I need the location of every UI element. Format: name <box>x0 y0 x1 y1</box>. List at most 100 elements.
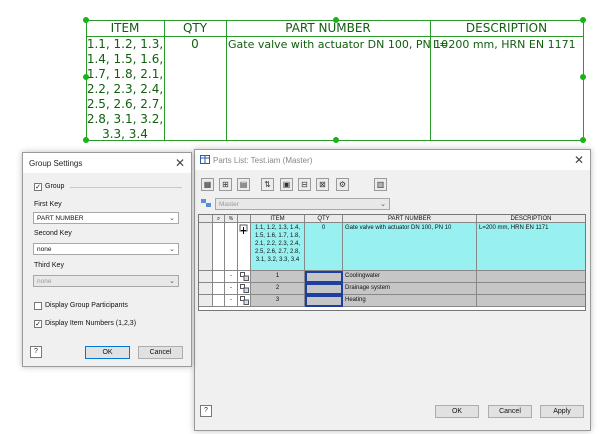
chevron-down-icon: ⌄ <box>169 215 175 222</box>
grid-header-description[interactable]: DESCRIPTION <box>477 215 585 223</box>
group-settings-icon[interactable]: ⊟ <box>298 178 311 191</box>
grid-header-item[interactable]: ITEM <box>251 215 305 223</box>
view-dropdown[interactable]: Master ⌄ <box>215 198 390 210</box>
item-line: 2.2, 2.3, 2.4, <box>86 82 164 96</box>
row-cell <box>213 295 225 307</box>
second-key-label: Second Key <box>34 230 72 237</box>
chevron-down-icon: ⌄ <box>380 201 386 208</box>
renumber-icon[interactable]: ▣ <box>280 178 293 191</box>
row-selector[interactable] <box>199 271 213 283</box>
parts-list-title: Parts List: Test.iam (Master) <box>213 156 313 165</box>
drawing-desc-cell: L=200 mm, HRN EN 1171 <box>433 38 576 51</box>
display-item-numbers-checkbox[interactable]: ✓ <box>34 320 42 328</box>
assembly-icon <box>240 296 249 305</box>
row-part-cell[interactable]: Gate valve with actuator DN 100, PN 10 <box>343 223 477 271</box>
row-cell <box>225 223 238 271</box>
grid-header-select <box>199 215 213 223</box>
group-label: Group <box>45 183 65 190</box>
second-key-dropdown[interactable]: none ⌄ <box>33 243 179 255</box>
row-item-cell[interactable]: 3 <box>251 295 305 307</box>
grid-header-icon <box>238 215 251 223</box>
row-qty-cell[interactable]: 0 <box>305 223 343 271</box>
view-dropdown-value: Master <box>219 201 239 208</box>
help-icon[interactable]: ? <box>30 346 42 358</box>
group-settings-titlebar: Group Settings <box>23 153 191 173</box>
close-icon[interactable]: ✕ <box>173 156 187 170</box>
row-part-cell[interactable]: Heating <box>343 295 477 307</box>
row-item-cell[interactable]: 1 <box>251 271 305 283</box>
third-key-value: none <box>37 278 52 285</box>
sort-icon[interactable]: ⇅ <box>261 178 274 191</box>
help-icon[interactable]: ? <box>200 405 212 417</box>
item-line: 2.5, 2.6, 2.7, <box>86 97 164 111</box>
export-icon[interactable]: ⊞ <box>219 178 232 191</box>
item-line: 2.1, 2.2, 2.3, 2.4, <box>254 241 301 247</box>
row-selector[interactable] <box>199 295 213 307</box>
row-qty-cell[interactable] <box>305 271 343 283</box>
item-line: 1.7, 1.8, 2.1, <box>86 67 164 81</box>
parts-list-apply-button[interactable]: Apply <box>540 405 584 418</box>
ungroup-icon[interactable]: ▥ <box>374 178 387 191</box>
first-key-value: PART NUMBER <box>37 215 84 222</box>
collapse-toggle[interactable]: - <box>225 283 238 295</box>
column-chooser-icon[interactable]: ▤ <box>237 178 250 191</box>
member-icon[interactable]: ⚙ <box>336 178 349 191</box>
display-item-numbers-label: Display Item Numbers (1,2,3) <box>45 320 137 327</box>
item-line: 1.5, 1.6, 1.7, 1.8, <box>254 233 301 239</box>
display-participants-label: Display Group Participants <box>45 302 128 309</box>
grip-point[interactable] <box>580 74 586 80</box>
row-desc-cell[interactable] <box>477 295 585 307</box>
row-cell <box>213 271 225 283</box>
row-item-cell[interactable]: 1.1, 1.2, 1.3, 1.4, 1.5, 1.6, 1.7, 1.8, … <box>251 223 305 271</box>
row-selector[interactable] <box>199 223 213 271</box>
drawing-header-description: DESCRIPTION <box>465 21 548 35</box>
parts-list-ok-button[interactable]: OK <box>435 405 479 418</box>
row-cell <box>213 223 225 271</box>
drawing-header-part-number: PART NUMBER <box>285 21 371 35</box>
row-part-cell[interactable]: Coolingwater <box>343 271 477 283</box>
row-qty-cell[interactable] <box>305 295 343 307</box>
row-desc-cell[interactable] <box>477 283 585 295</box>
table-border <box>583 20 584 141</box>
display-participants-checkbox[interactable] <box>34 302 42 310</box>
row-cell <box>213 283 225 295</box>
collapse-toggle[interactable]: - <box>225 295 238 307</box>
assembly-icon <box>240 272 249 281</box>
row-icon-cell <box>238 271 251 283</box>
grip-point[interactable] <box>333 137 339 143</box>
group-checkbox[interactable]: ✓ <box>34 183 42 191</box>
table-border <box>226 20 227 141</box>
row-icon-cell <box>238 295 251 307</box>
search-icon[interactable]: ⌕ <box>213 215 225 223</box>
drawing-header-qty: QTY <box>182 21 208 35</box>
row-icon-cell <box>238 283 251 295</box>
row-part-cell[interactable]: Drainage system <box>343 283 477 295</box>
row-item-cell[interactable]: 2 <box>251 283 305 295</box>
row-desc-cell[interactable] <box>477 271 585 283</box>
item-line: 1.1, 1.2, 1.3, 1.4, <box>254 225 301 231</box>
grip-point[interactable] <box>580 137 586 143</box>
drawing-header-item: ITEM <box>110 21 140 35</box>
row-qty-cell[interactable] <box>305 283 343 295</box>
drawing-item-cell: 1.1, 1.2, 1.3, 1.4, 1.5, 1.6, 1.7, 1.8, … <box>86 37 164 142</box>
percent-icon[interactable]: % <box>225 215 238 223</box>
third-key-dropdown[interactable]: none ⌄ <box>33 275 179 287</box>
second-key-value: none <box>37 246 52 253</box>
third-key-label: Third Key <box>34 262 64 269</box>
filter-icon[interactable]: ▦ <box>201 178 214 191</box>
parts-list-cancel-button[interactable]: Cancel <box>488 405 532 418</box>
group-cancel-button[interactable]: Cancel <box>138 346 183 359</box>
row-icon-cell <box>238 223 251 271</box>
close-icon[interactable]: ✕ <box>572 153 586 167</box>
first-key-dropdown[interactable]: PART NUMBER ⌄ <box>33 212 179 224</box>
first-key-label: First Key <box>34 201 62 208</box>
collapse-toggle[interactable]: - <box>225 271 238 283</box>
grid-header-part-number[interactable]: PART NUMBER <box>343 215 477 223</box>
row-desc-cell[interactable]: L=200 mm, HRN EN 1171 <box>477 223 585 271</box>
item-line: 3.3, 3.4 <box>102 127 148 141</box>
grid-header-qty[interactable]: QTY <box>305 215 343 223</box>
row-selector[interactable] <box>199 283 213 295</box>
table-wrap-icon[interactable]: ⊠ <box>316 178 329 191</box>
group-ok-button[interactable]: OK <box>85 346 130 359</box>
item-line: 1.4, 1.5, 1.6, <box>86 52 164 66</box>
